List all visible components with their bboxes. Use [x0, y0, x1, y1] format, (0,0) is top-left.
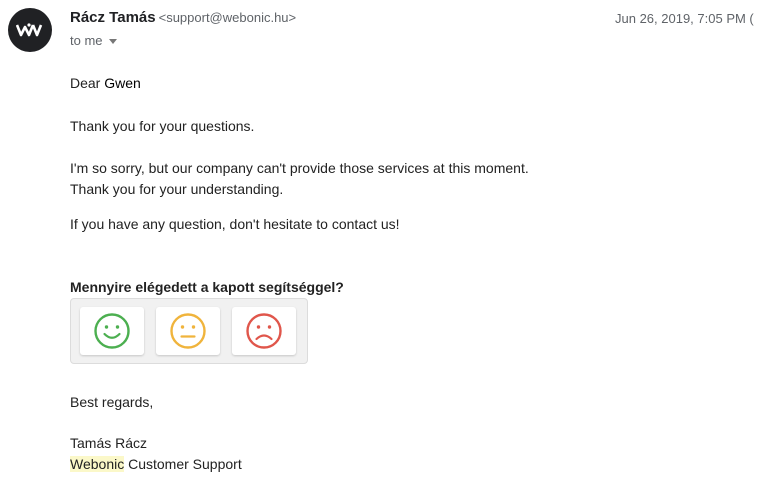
body-line-2: I'm so sorry, but our company can't prov…: [70, 160, 529, 176]
sender-email[interactable]: <support@webonic.hu>: [159, 10, 297, 25]
greeting-prefix: Dear: [70, 75, 101, 91]
sender-line: Rácz Tamás <support@webonic.hu>: [70, 9, 296, 26]
body-line-3: Thank you for your understanding.: [70, 181, 284, 197]
closing: Best regards,: [70, 394, 154, 410]
to-me-label: to me: [70, 33, 103, 48]
neutral-face-icon: [170, 313, 206, 349]
survey-question: Mennyire elégedett a kapott segítséggel?: [70, 279, 344, 295]
rating-neutral-button[interactable]: [156, 307, 220, 355]
body-line-1: Thank you for your questions.: [70, 118, 255, 134]
signature-name: Tamás Rácz: [70, 435, 148, 451]
recipient-details-toggle[interactable]: to me: [70, 33, 117, 48]
chevron-down-icon[interactable]: [108, 38, 117, 44]
signature-company: Webonic Customer Support: [70, 456, 242, 472]
company-name: Webonic: [70, 456, 125, 472]
sender-name[interactable]: Rácz Tamás: [70, 9, 156, 26]
webonic-logo-icon: [16, 23, 43, 37]
greeting-name: Gwen: [104, 75, 141, 91]
rating-happy-button[interactable]: [80, 307, 144, 355]
team-name: Customer Support: [128, 456, 242, 472]
email-date[interactable]: Jun 26, 2019, 7:05 PM (: [615, 11, 754, 26]
happy-face-icon: [94, 313, 130, 349]
sender-avatar[interactable]: [8, 8, 52, 52]
greeting: Dear Gwen: [70, 75, 141, 91]
rating-panel: [70, 298, 308, 364]
body-line-4: If you have any question, don't hesitate…: [70, 216, 400, 232]
rating-sad-button[interactable]: [232, 307, 296, 355]
sad-face-icon: [246, 313, 282, 349]
